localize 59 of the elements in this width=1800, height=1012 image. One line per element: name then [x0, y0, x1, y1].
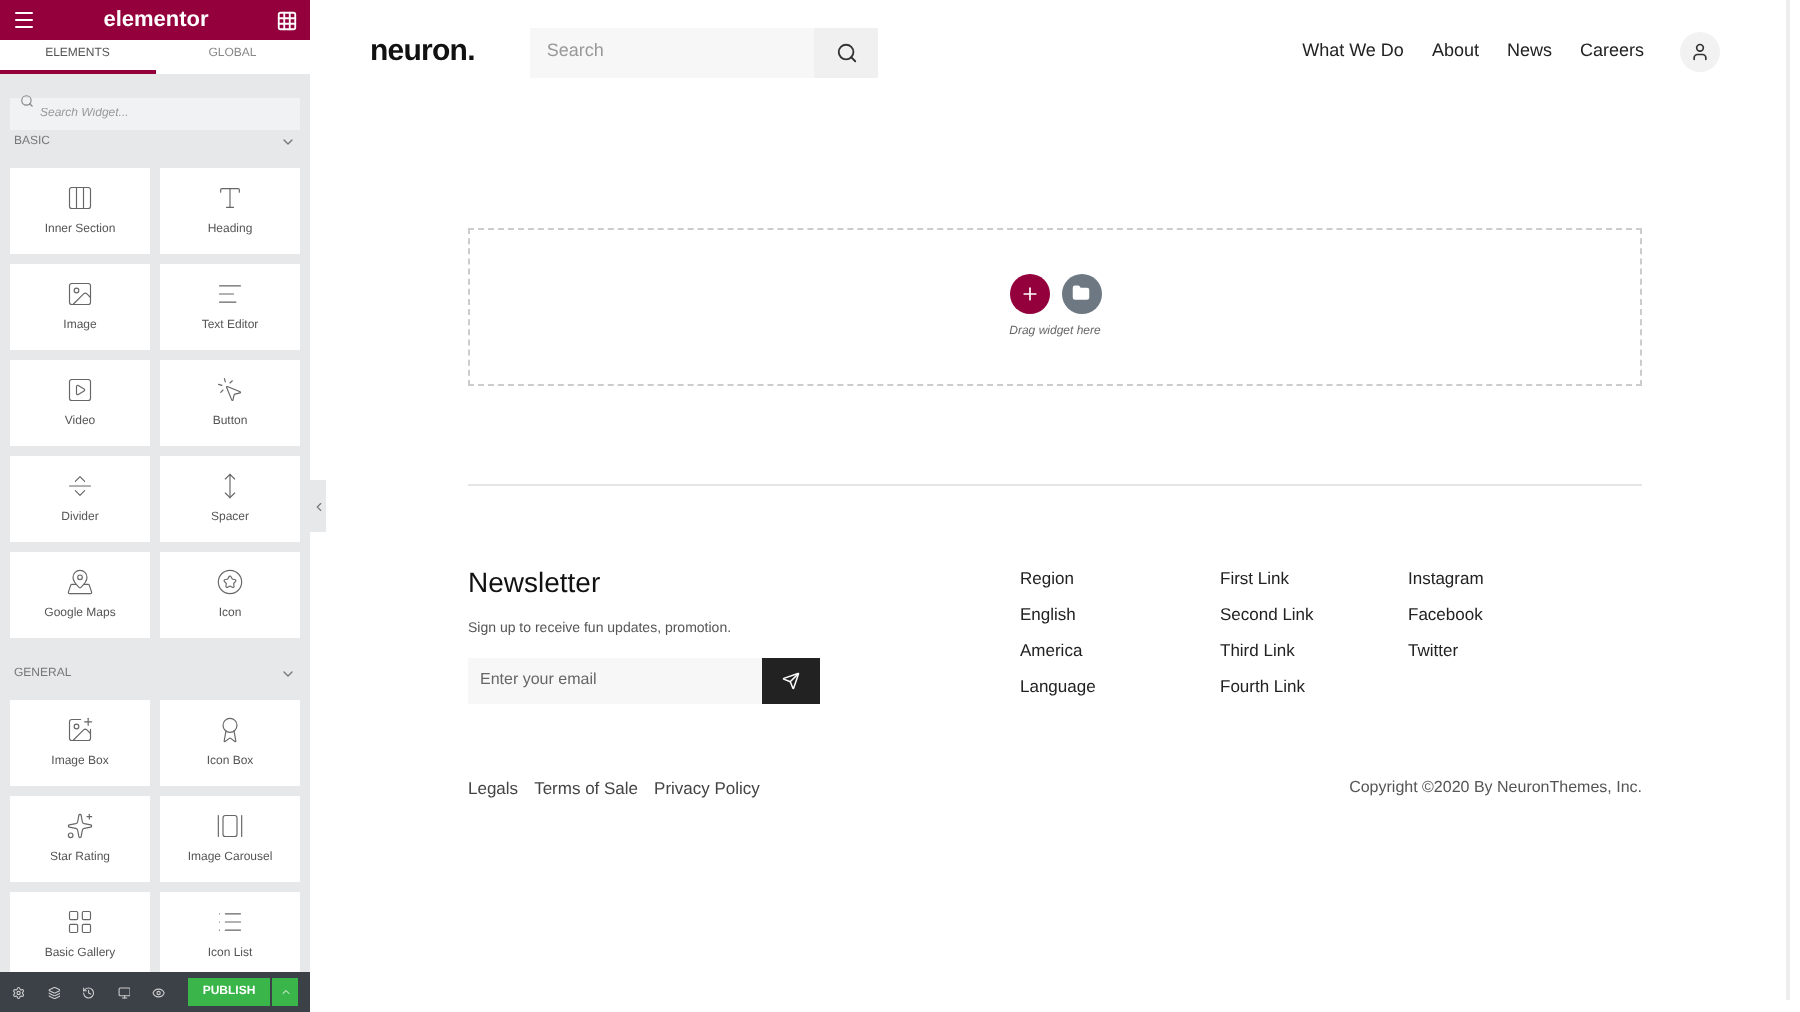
- template-button[interactable]: [1061, 273, 1101, 313]
- layers-icon[interactable]: [47, 985, 61, 999]
- footer-link[interactable]: Twitter: [1408, 640, 1484, 662]
- footer-link[interactable]: Fourth Link: [1220, 676, 1408, 698]
- add-button[interactable]: [1009, 273, 1049, 313]
- menu-icon[interactable]: [12, 8, 36, 32]
- image-icon: [66, 715, 94, 743]
- eye-icon[interactable]: [152, 985, 166, 999]
- legal-link[interactable]: Legals: [468, 775, 519, 801]
- nav-link[interactable]: Careers: [1579, 38, 1644, 66]
- footer-link[interactable]: Second Link: [1220, 604, 1408, 626]
- search-icon: [835, 41, 858, 63]
- send-button[interactable]: [762, 657, 820, 703]
- nav-link[interactable]: News: [1506, 38, 1552, 66]
- copyright-text: Copyright ©2020 By NeuronThemes, Inc.: [1349, 775, 1642, 800]
- footer-link[interactable]: First Link: [1220, 568, 1408, 590]
- footer-link[interactable]: Region: [1020, 568, 1220, 590]
- email-field[interactable]: Enter your email: [468, 657, 762, 703]
- grid-icon: [66, 907, 94, 935]
- map-icon: [66, 567, 94, 595]
- folder-icon: [1072, 284, 1090, 302]
- send-icon: [782, 671, 800, 689]
- footer-link[interactable]: English: [1020, 604, 1220, 626]
- monitor-icon[interactable]: [117, 985, 131, 999]
- carousel-icon: [216, 811, 244, 839]
- caret-icon: [279, 986, 291, 998]
- divider-icon: [66, 471, 94, 499]
- apps-icon[interactable]: [275, 9, 298, 31]
- panel-title: elementor: [103, 5, 209, 36]
- footer-link[interactable]: Facebook: [1408, 604, 1484, 626]
- user-icon: [1690, 42, 1710, 62]
- footer-link[interactable]: Instagram: [1408, 568, 1484, 590]
- chevron-icon[interactable]: [280, 134, 296, 150]
- columns-icon: [66, 183, 94, 211]
- newsletter-title: Newsletter: [468, 564, 603, 602]
- site-search-field[interactable]: Search: [530, 27, 815, 77]
- account-button[interactable]: [1680, 32, 1720, 72]
- footer-link[interactable]: Language: [1020, 676, 1220, 698]
- image-icon: [66, 279, 94, 307]
- search-icon: [20, 93, 34, 107]
- settings-icon[interactable]: [12, 985, 26, 999]
- badge-icon: [216, 715, 244, 743]
- chevron-icon[interactable]: [280, 666, 296, 682]
- stars-icon: [66, 811, 94, 839]
- legal-link[interactable]: Privacy Policy: [654, 775, 760, 801]
- play-icon: [66, 375, 94, 403]
- search-button[interactable]: [814, 27, 879, 77]
- footer-link[interactable]: Third Link: [1220, 640, 1408, 662]
- plus-icon: [1019, 283, 1039, 303]
- paragraph-icon: [216, 279, 244, 307]
- text-icon: [216, 183, 244, 211]
- nav-link[interactable]: What We Do: [1302, 38, 1404, 66]
- nav-link[interactable]: About: [1431, 38, 1479, 66]
- chevron-icon: [311, 499, 325, 513]
- cursor-icon: [216, 375, 244, 403]
- footer-link[interactable]: America: [1020, 640, 1220, 662]
- site-logo[interactable]: neuron.: [370, 29, 475, 75]
- history-icon[interactable]: [82, 985, 96, 999]
- legal-link[interactable]: Terms of Sale: [534, 775, 639, 801]
